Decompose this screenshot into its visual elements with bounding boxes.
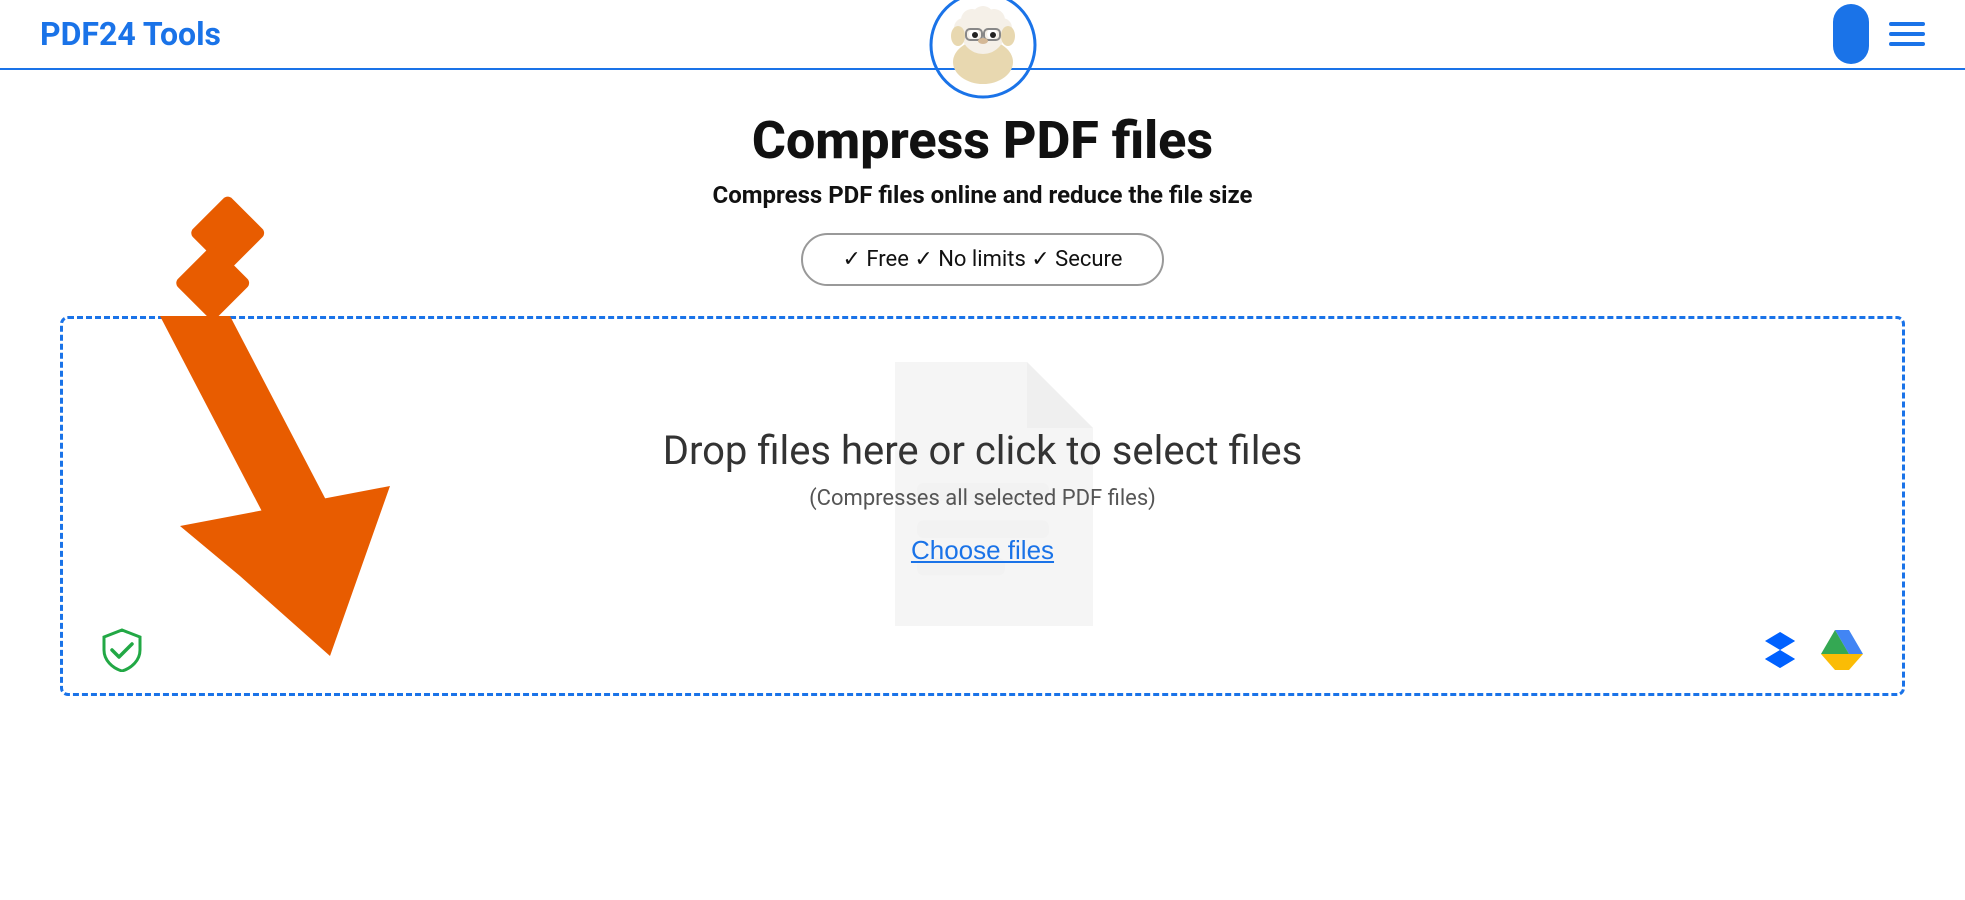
cloud-upload-icons	[1757, 626, 1865, 676]
features-badge: ✓ Free ✓ No limits ✓ Secure	[801, 233, 1165, 286]
drop-subtext: (Compresses all selected PDF files)	[809, 486, 1156, 511]
page-title: Compress PDF files	[713, 110, 1253, 171]
google-drive-icon[interactable]	[1819, 626, 1865, 676]
menu-icon[interactable]	[1889, 22, 1925, 46]
logo[interactable]: PDF24 Tools	[40, 15, 221, 53]
drop-zone-wrapper: Drop files here or click to select files…	[60, 316, 1905, 696]
choose-files-button[interactable]: Choose files	[911, 535, 1054, 566]
security-shield-icon	[100, 628, 144, 676]
dropbox-icon[interactable]	[1757, 626, 1803, 676]
drop-text: Drop files here or click to select files	[663, 427, 1303, 474]
header: PDF24 Tools	[0, 0, 1965, 70]
main-content: Compress PDF files Compress PDF files on…	[0, 70, 1965, 736]
header-actions	[1833, 4, 1925, 64]
user-account-icon[interactable]	[1833, 4, 1869, 64]
drop-zone[interactable]: Drop files here or click to select files…	[60, 316, 1905, 696]
page-subtitle: Compress PDF files online and reduce the…	[713, 181, 1253, 209]
title-section: Compress PDF files Compress PDF files on…	[713, 110, 1253, 209]
